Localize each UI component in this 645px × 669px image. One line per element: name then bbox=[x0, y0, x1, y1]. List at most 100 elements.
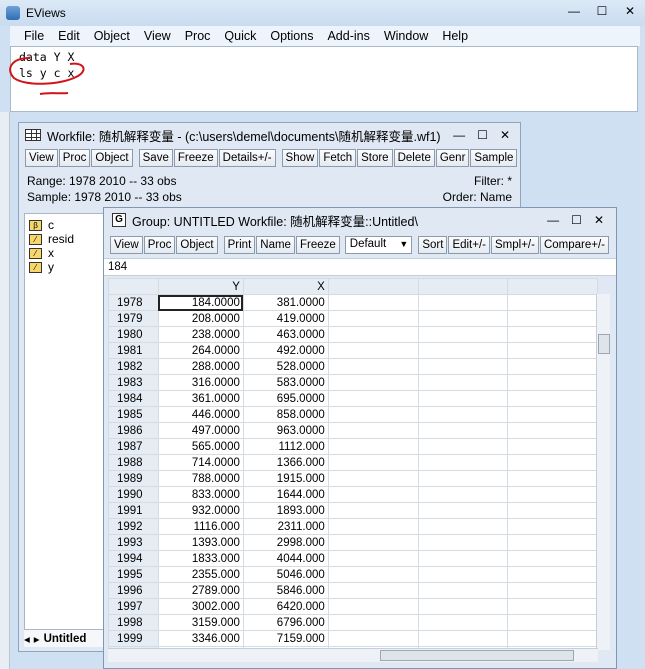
empty-cell[interactable] bbox=[507, 342, 598, 359]
empty-cell[interactable] bbox=[507, 550, 598, 567]
grp-sort-button[interactable]: Sort bbox=[418, 236, 448, 254]
empty-cell[interactable] bbox=[327, 470, 419, 487]
obs-label[interactable]: 1981 bbox=[108, 342, 159, 359]
empty-cell[interactable] bbox=[327, 486, 419, 503]
cell-y[interactable]: 288.0000 bbox=[157, 358, 244, 375]
cell-x[interactable]: 583.0000 bbox=[242, 374, 329, 391]
object-resid[interactable]: ⁄ resid bbox=[29, 232, 101, 246]
cell-y[interactable]: 446.0000 bbox=[157, 406, 244, 423]
empty-cell[interactable] bbox=[327, 342, 419, 359]
obs-label[interactable]: 1988 bbox=[108, 454, 159, 471]
tab-untitled[interactable]: Untitled bbox=[44, 633, 87, 645]
wf-delete-button[interactable]: Delete bbox=[393, 149, 435, 167]
empty-cell[interactable] bbox=[327, 630, 419, 647]
cell-y[interactable]: 932.0000 bbox=[157, 502, 244, 519]
empty-cell[interactable] bbox=[417, 326, 509, 343]
empty-cell[interactable] bbox=[417, 470, 509, 487]
wf-details-button[interactable]: Details+/- bbox=[218, 149, 276, 167]
grp-view-button[interactable]: View bbox=[110, 236, 143, 254]
empty-cell[interactable] bbox=[507, 470, 598, 487]
cell-x[interactable]: 7159.000 bbox=[242, 630, 329, 647]
empty-cell[interactable] bbox=[507, 406, 598, 423]
empty-cell[interactable] bbox=[417, 374, 509, 391]
menu-file[interactable]: File bbox=[24, 29, 44, 43]
close-icon[interactable]: ✕ bbox=[500, 128, 510, 142]
cell-x[interactable]: 5846.000 bbox=[242, 582, 329, 599]
obs-label[interactable]: 1989 bbox=[108, 470, 159, 487]
empty-cell[interactable] bbox=[507, 438, 598, 455]
cell-x[interactable]: 1893.000 bbox=[242, 502, 329, 519]
wf-fetch-button[interactable]: Fetch bbox=[319, 149, 357, 167]
empty-cell[interactable] bbox=[327, 534, 419, 551]
empty-cell[interactable] bbox=[417, 566, 509, 583]
grp-freeze-button[interactable]: Freeze bbox=[295, 236, 340, 254]
empty-cell[interactable] bbox=[507, 390, 598, 407]
menu-view[interactable]: View bbox=[144, 29, 171, 43]
empty-cell[interactable] bbox=[417, 358, 509, 375]
empty-cell[interactable] bbox=[507, 294, 598, 311]
obs-label[interactable]: 1979 bbox=[108, 310, 159, 327]
obs-label[interactable]: 1980 bbox=[108, 326, 159, 343]
minimize-icon[interactable]: — bbox=[453, 128, 465, 142]
cell-x[interactable]: 1644.000 bbox=[242, 486, 329, 503]
cell-y[interactable]: 1116.000 bbox=[157, 518, 244, 535]
wf-show-button[interactable]: Show bbox=[281, 149, 319, 167]
object-c[interactable]: βc bbox=[29, 218, 101, 232]
empty-cell[interactable] bbox=[507, 582, 598, 599]
command-window[interactable]: data Y X ls y c x bbox=[10, 46, 638, 112]
cell-x[interactable]: 492.0000 bbox=[242, 342, 329, 359]
empty-cell[interactable] bbox=[417, 582, 509, 599]
cell-y[interactable]: 565.0000 bbox=[157, 438, 244, 455]
cell-x[interactable]: 1366.000 bbox=[242, 454, 329, 471]
cell-x[interactable]: 5046.000 bbox=[242, 566, 329, 583]
wf-freeze-button[interactable]: Freeze bbox=[173, 149, 218, 167]
cell-y[interactable]: 2355.000 bbox=[157, 566, 244, 583]
empty-cell[interactable] bbox=[327, 310, 419, 327]
obs-label[interactable]: 1991 bbox=[108, 502, 159, 519]
cell-y[interactable]: 833.0000 bbox=[157, 486, 244, 503]
cell-y[interactable]: 238.0000 bbox=[157, 326, 244, 343]
obs-label[interactable]: 1994 bbox=[108, 550, 159, 567]
empty-cell[interactable] bbox=[417, 486, 509, 503]
empty-cell[interactable] bbox=[417, 598, 509, 615]
obs-label[interactable]: 1987 bbox=[108, 438, 159, 455]
empty-cell[interactable] bbox=[327, 550, 419, 567]
empty-cell[interactable] bbox=[327, 358, 419, 375]
empty-cell[interactable] bbox=[327, 390, 419, 407]
obs-label[interactable]: 1983 bbox=[108, 374, 159, 391]
wf-store-button[interactable]: Store bbox=[357, 149, 393, 167]
empty-cell[interactable] bbox=[507, 486, 598, 503]
cell-x[interactable]: 858.0000 bbox=[242, 406, 329, 423]
cell-y[interactable]: 2789.000 bbox=[157, 582, 244, 599]
grp-name-button[interactable]: Name bbox=[256, 236, 295, 254]
empty-cell[interactable] bbox=[327, 518, 419, 535]
grp-proc-button[interactable]: Proc bbox=[143, 236, 176, 254]
empty-cell[interactable] bbox=[507, 598, 598, 615]
empty-cell[interactable] bbox=[327, 294, 419, 311]
scroll-thumb[interactable] bbox=[598, 334, 610, 354]
obs-label[interactable]: 1985 bbox=[108, 406, 159, 423]
empty-cell[interactable] bbox=[417, 310, 509, 327]
cell-y[interactable]: 316.0000 bbox=[157, 374, 244, 391]
empty-cell[interactable] bbox=[417, 422, 509, 439]
object-x[interactable]: ⁄ x bbox=[29, 246, 101, 260]
close-icon[interactable]: ✕ bbox=[623, 4, 637, 18]
wf-proc-button[interactable]: Proc bbox=[58, 149, 91, 167]
empty-cell[interactable] bbox=[507, 614, 598, 631]
column-header-x[interactable]: X bbox=[242, 278, 329, 295]
empty-cell[interactable] bbox=[327, 614, 419, 631]
cell-edit-field[interactable]: 184 bbox=[104, 258, 616, 276]
obs-label[interactable]: 1986 bbox=[108, 422, 159, 439]
cell-x[interactable]: 963.0000 bbox=[242, 422, 329, 439]
empty-cell[interactable] bbox=[417, 406, 509, 423]
scroll-thumb[interactable] bbox=[380, 650, 574, 661]
empty-cell[interactable] bbox=[327, 502, 419, 519]
cell-y[interactable]: 3159.000 bbox=[157, 614, 244, 631]
empty-cell[interactable] bbox=[507, 358, 598, 375]
wf-object-button[interactable]: Object bbox=[91, 149, 133, 167]
grp-edit-button[interactable]: Edit+/- bbox=[448, 236, 490, 254]
vertical-scrollbar[interactable] bbox=[596, 294, 610, 650]
obs-label[interactable]: 1984 bbox=[108, 390, 159, 407]
menu-quick[interactable]: Quick bbox=[224, 29, 256, 43]
empty-cell[interactable] bbox=[507, 534, 598, 551]
